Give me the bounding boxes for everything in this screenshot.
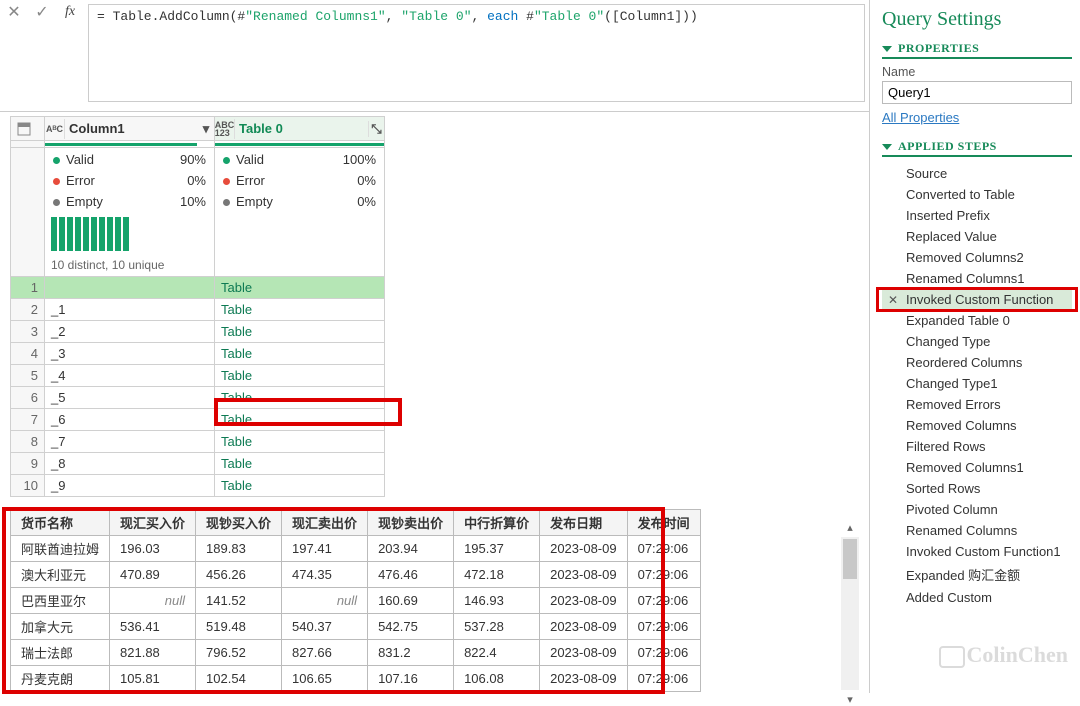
preview-header[interactable]: 中行折算价 xyxy=(454,510,540,536)
preview-header[interactable]: 货币名称 xyxy=(11,510,110,536)
table-row[interactable]: 9_8Table xyxy=(11,453,385,475)
applied-step[interactable]: Replaced Value xyxy=(882,226,1072,247)
collapse-icon[interactable] xyxy=(882,144,892,150)
applied-step[interactable]: Renamed Columns1 xyxy=(882,268,1072,289)
applied-step[interactable]: Invoked Custom Function✕ xyxy=(882,289,1072,310)
formula-input[interactable]: = Table.AddColumn(#"Renamed Columns1", "… xyxy=(88,4,865,102)
column-header-column1[interactable]: AᴮCColumn1▾ xyxy=(45,117,215,141)
preview-header[interactable]: 发布时间 xyxy=(627,510,700,536)
collapse-icon[interactable] xyxy=(882,46,892,52)
name-label: Name xyxy=(882,65,1072,79)
applied-step[interactable]: Removed Columns2 xyxy=(882,247,1072,268)
query-name-input[interactable] xyxy=(882,81,1072,104)
table-row[interactable]: 5_4Table xyxy=(11,365,385,387)
preview-header[interactable]: 现汇买入价 xyxy=(110,510,196,536)
preview-header[interactable]: 现钞卖出价 xyxy=(368,510,454,536)
all-properties-link[interactable]: All Properties xyxy=(882,110,959,125)
distinct-label: 10 distinct, 10 unique xyxy=(45,258,214,276)
type-icon[interactable]: AᴮC xyxy=(45,119,65,139)
table-row[interactable]: 7_6Table xyxy=(11,409,385,431)
applied-step[interactable]: Inserted Prefix xyxy=(882,205,1072,226)
query-settings-panel: Query Settings PROPERTIES Name All Prope… xyxy=(870,0,1080,693)
applied-steps-list: SourceConverted to TableInserted PrefixR… xyxy=(882,163,1072,608)
formula-commit-button[interactable]: ✓ xyxy=(28,0,56,24)
preview-table[interactable]: 货币名称现汇买入价现钞买入价现汇卖出价现钞卖出价中行折算价发布日期发布时间阿联酋… xyxy=(10,509,701,692)
applied-step[interactable]: Converted to Table xyxy=(882,184,1072,205)
distribution-chart xyxy=(45,213,214,258)
type-icon[interactable]: ABC 123 xyxy=(215,119,235,139)
applied-step[interactable]: Expanded 购汇金额 xyxy=(882,562,1072,587)
applied-step[interactable]: Source xyxy=(882,163,1072,184)
column-header-table0[interactable]: ABC 123Table 0⤡ xyxy=(215,117,385,141)
table-row[interactable]: 4_3Table xyxy=(11,343,385,365)
annotation-box xyxy=(876,287,1078,312)
applied-step[interactable]: Added Custom xyxy=(882,587,1072,608)
table-row[interactable]: 3_2Table xyxy=(11,321,385,343)
applied-step[interactable]: Changed Type1 xyxy=(882,373,1072,394)
preview-row[interactable]: 瑞士法郎821.88796.52827.66831.2822.42023-08-… xyxy=(11,640,701,666)
applied-step[interactable]: Reordered Columns xyxy=(882,352,1072,373)
applied-step[interactable]: Invoked Custom Function1 xyxy=(882,541,1072,562)
preview-row[interactable]: 加拿大元536.41519.48540.37542.75537.282023-0… xyxy=(11,614,701,640)
applied-step[interactable]: Changed Type xyxy=(882,331,1072,352)
table-row[interactable]: 10_9Table xyxy=(11,475,385,497)
applied-step[interactable]: Pivoted Column xyxy=(882,499,1072,520)
preview-header[interactable]: 发布日期 xyxy=(540,510,628,536)
table-row[interactable]: 2_1Table xyxy=(11,299,385,321)
table-row[interactable]: 8_7Table xyxy=(11,431,385,453)
table-row[interactable]: 1Table xyxy=(11,277,385,299)
formula-cancel-button[interactable]: ✕ xyxy=(0,0,28,24)
table-corner[interactable] xyxy=(11,117,45,141)
preview-row[interactable]: 丹麦克朗105.81102.54106.65107.16106.082023-0… xyxy=(11,666,701,692)
expand-icon[interactable]: ⤡ xyxy=(368,121,384,137)
delete-step-icon[interactable]: ✕ xyxy=(888,293,898,307)
panel-title: Query Settings xyxy=(882,8,1072,31)
preview-row[interactable]: 巴西里亚尔null141.52null160.69146.932023-08-0… xyxy=(11,588,701,614)
data-grid[interactable]: AᴮCColumn1▾ ABC 123Table 0⤡ Valid90% Err… xyxy=(10,116,385,497)
applied-step[interactable]: Removed Errors xyxy=(882,394,1072,415)
formula-bar: ✕ ✓ fx = Table.AddColumn(#"Renamed Colum… xyxy=(0,0,869,112)
preview-header[interactable]: 现钞买入价 xyxy=(196,510,282,536)
fx-label: fx xyxy=(56,0,84,24)
applied-step[interactable]: Renamed Columns xyxy=(882,520,1072,541)
applied-step[interactable]: Expanded Table 0 xyxy=(882,310,1072,331)
applied-step[interactable]: Removed Columns1 xyxy=(882,457,1072,478)
preview-scrollbar[interactable]: ▴▾ xyxy=(841,537,859,690)
properties-section[interactable]: PROPERTIES xyxy=(882,41,1072,59)
applied-steps-section[interactable]: APPLIED STEPS xyxy=(882,139,1072,157)
applied-step[interactable]: Removed Columns xyxy=(882,415,1072,436)
preview-row[interactable]: 澳大利亚元470.89456.26474.35476.46472.182023-… xyxy=(11,562,701,588)
preview-pane: 货币名称现汇买入价现钞买入价现汇卖出价现钞卖出价中行折算价发布日期发布时间阿联酋… xyxy=(0,509,869,692)
table-row[interactable]: 6_5Table xyxy=(11,387,385,409)
applied-step[interactable]: Filtered Rows xyxy=(882,436,1072,457)
applied-step[interactable]: Sorted Rows xyxy=(882,478,1072,499)
preview-header[interactable]: 现汇卖出价 xyxy=(282,510,368,536)
chevron-down-icon[interactable]: ▾ xyxy=(198,121,214,137)
preview-row[interactable]: 阿联酋迪拉姆196.03189.83197.41203.94195.372023… xyxy=(11,536,701,562)
